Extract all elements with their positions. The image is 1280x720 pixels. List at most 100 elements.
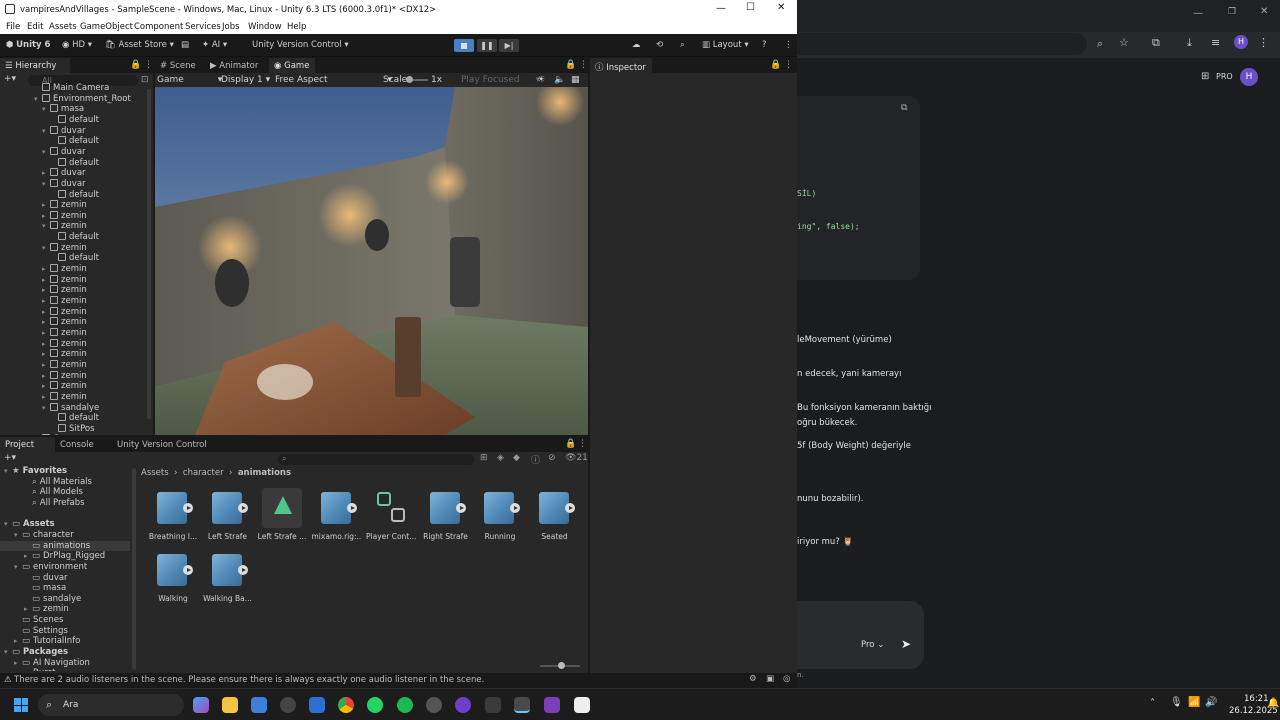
scale-slider-handle[interactable] xyxy=(406,76,413,83)
tree-arrow-icon[interactable]: ▾ xyxy=(14,562,22,572)
outlook-icon[interactable] xyxy=(309,697,325,713)
hierarchy-item[interactable]: ▾ masa xyxy=(42,104,84,114)
browser-menu-icon[interactable]: ⋮ xyxy=(1258,36,1269,49)
copilot-icon[interactable] xyxy=(193,697,209,713)
asset-item[interactable]: mixamo.rig:... xyxy=(312,488,362,541)
play-mode-dropdown[interactable]: Play Focused ▾ xyxy=(461,75,540,85)
hierarchy-item[interactable]: ▸ zemin xyxy=(42,210,87,221)
tree-arrow-icon[interactable]: ▸ xyxy=(24,604,32,614)
chat-input[interactable] xyxy=(797,601,924,669)
tree-arrow-icon[interactable]: ▸ xyxy=(14,636,22,646)
tab-project[interactable]: Project xyxy=(0,437,55,452)
download-icon[interactable]: ⤓ xyxy=(1187,36,1192,50)
hierarchy-item[interactable]: default xyxy=(50,253,99,263)
visual-studio-icon[interactable] xyxy=(544,697,560,713)
hierarchy-item[interactable]: ▸ zemin xyxy=(42,359,87,370)
project-tree-item[interactable]: ▸ ▭ DrPlag_Rigged xyxy=(0,551,130,561)
asset-item[interactable]: Seated xyxy=(530,488,580,541)
audio-icon[interactable]: 🔈 xyxy=(554,75,565,85)
browser-maximize-icon[interactable]: ❐ xyxy=(1228,7,1236,17)
tree-arrow-icon[interactable]: ▾ xyxy=(4,519,12,529)
expand-arrow-icon[interactable]: ▸ xyxy=(42,349,50,359)
expand-arrow-icon[interactable]: ▸ xyxy=(42,307,50,317)
expand-arrow-icon[interactable]: ▸ xyxy=(42,285,50,295)
hierarchy-item[interactable]: ▾ Environment_Root xyxy=(34,93,131,104)
ai-button[interactable]: ✦ AI ▾ xyxy=(202,40,227,50)
expand-arrow-icon[interactable]: ▾ xyxy=(42,104,50,114)
hierarchy-item[interactable]: ▸ zemin xyxy=(42,370,87,381)
project-lock-icon[interactable]: 🔒 xyxy=(565,439,576,449)
status-message[interactable]: There are 2 audio listeners in the scene… xyxy=(14,675,484,685)
hierarchy-item[interactable]: ▾ duvar xyxy=(42,178,86,189)
address-bar[interactable] xyxy=(797,33,1087,55)
send-icon[interactable]: ➤ xyxy=(901,637,911,651)
hierarchy-item[interactable]: ▾ zemin xyxy=(42,242,87,253)
hierarchy-item[interactable]: default xyxy=(50,189,99,200)
scene-menu-icon[interactable]: ⋮ xyxy=(579,60,588,70)
expand-arrow-icon[interactable]: ▸ xyxy=(42,339,50,349)
hierarchy-item[interactable]: ▸ zemin xyxy=(42,264,87,274)
tab-animator[interactable]: ▶ Animator xyxy=(205,58,269,73)
menu-item-4[interactable]: Component xyxy=(134,22,183,32)
project-tree-item[interactable]: ▾ ▭ environment xyxy=(0,562,130,572)
close-icon[interactable]: ✕ xyxy=(777,2,785,13)
volume-icon[interactable]: 🔊 xyxy=(1205,697,1217,708)
hierarchy-item[interactable]: ▸ zemin xyxy=(42,349,87,359)
app-icon[interactable] xyxy=(426,697,442,713)
save-search-icon[interactable]: ◆ xyxy=(513,453,520,463)
project-tree-item[interactable]: ⌕ All Models xyxy=(0,487,130,497)
project-menu-icon[interactable]: ⋮ xyxy=(578,439,587,449)
copy-icon[interactable]: ⧉ xyxy=(901,103,907,113)
game-view[interactable] xyxy=(155,87,588,435)
tab-game[interactable]: ◉ Game xyxy=(269,58,315,73)
clock-time[interactable]: 16:21 xyxy=(1244,694,1269,704)
display-mode-dropdown[interactable]: Game ▾ xyxy=(157,75,222,85)
hierarchy-item[interactable]: Camera xyxy=(34,434,86,435)
taskbar-search[interactable]: ⌕ Ara xyxy=(38,694,184,716)
expand-arrow-icon[interactable]: ▾ xyxy=(42,179,50,189)
menu-item-6[interactable]: Jobs xyxy=(222,22,240,32)
expand-arrow-icon[interactable]: ▸ xyxy=(42,168,50,178)
account-button[interactable]: ⬢ Unity 6 xyxy=(6,40,50,50)
tab-console[interactable]: Console xyxy=(55,437,112,452)
project-tree-item[interactable]: ▸ ▭ zemin xyxy=(0,604,130,614)
hierarchy-item[interactable]: ▸ zemin xyxy=(42,306,87,317)
hierarchy-item[interactable]: ▸ duvar xyxy=(42,168,86,178)
expand-arrow-icon[interactable]: ▸ xyxy=(42,296,50,306)
hierarchy-item[interactable]: ▸ zemin xyxy=(42,391,87,402)
hierarchy-item[interactable]: ▸ zemin xyxy=(42,381,87,391)
gizmo-light-icon[interactable]: ☀ xyxy=(537,75,545,85)
menu-item-0[interactable]: File xyxy=(6,22,20,32)
maximize-icon[interactable]: ☐ xyxy=(746,2,755,13)
asset-item[interactable]: Running xyxy=(475,488,525,541)
chrome-icon[interactable] xyxy=(338,697,354,713)
icon-size-slider[interactable] xyxy=(540,662,580,669)
notepad-icon[interactable] xyxy=(574,697,590,713)
notifications-icon[interactable]: 🔔 xyxy=(1267,698,1279,709)
tab-scene[interactable]: # Scene xyxy=(155,58,205,73)
inspector-lock-icon[interactable]: 🔒 xyxy=(770,60,781,70)
project-tree-item[interactable]: ⌕ All Materials xyxy=(0,477,130,487)
project-tree-item[interactable]: ▭ sandalye xyxy=(0,594,130,604)
menu-item-3[interactable]: GameObject xyxy=(80,22,133,32)
breadcrumb-assets[interactable]: Assets xyxy=(141,468,169,478)
expand-arrow-icon[interactable]: ▸ xyxy=(42,264,50,274)
inspector-menu-icon[interactable]: ⋮ xyxy=(784,60,793,70)
project-tree-item[interactable]: ▸ ▭ AI Navigation xyxy=(0,658,130,668)
debug-icon[interactable]: ⚙ xyxy=(749,674,757,684)
tree-arrow-icon[interactable]: ▾ xyxy=(14,530,22,540)
project-tree-item[interactable] xyxy=(0,509,130,519)
tree-arrow-icon[interactable]: ▸ xyxy=(14,668,22,671)
menu-item-5[interactable]: Services xyxy=(185,22,221,32)
hierarchy-item[interactable]: ▸ zemin xyxy=(42,285,87,295)
tab-hierarchy[interactable]: ☰ Hierarchy xyxy=(0,58,70,73)
search-by-type-icon[interactable]: ⊞ xyxy=(480,453,488,463)
play-button[interactable] xyxy=(454,39,474,52)
search-by-label-icon[interactable]: ◈ xyxy=(497,453,504,463)
hierarchy-item[interactable]: ▾ zemin xyxy=(42,221,87,231)
expand-arrow-icon[interactable]: ▸ xyxy=(42,211,50,221)
spotify-icon[interactable] xyxy=(397,697,413,713)
project-tree-item[interactable]: ▸ ▭ TutorialInfo xyxy=(0,636,130,646)
asset-item[interactable]: Walking Ba... xyxy=(203,550,253,603)
help-icon[interactable]: ? xyxy=(762,40,767,50)
